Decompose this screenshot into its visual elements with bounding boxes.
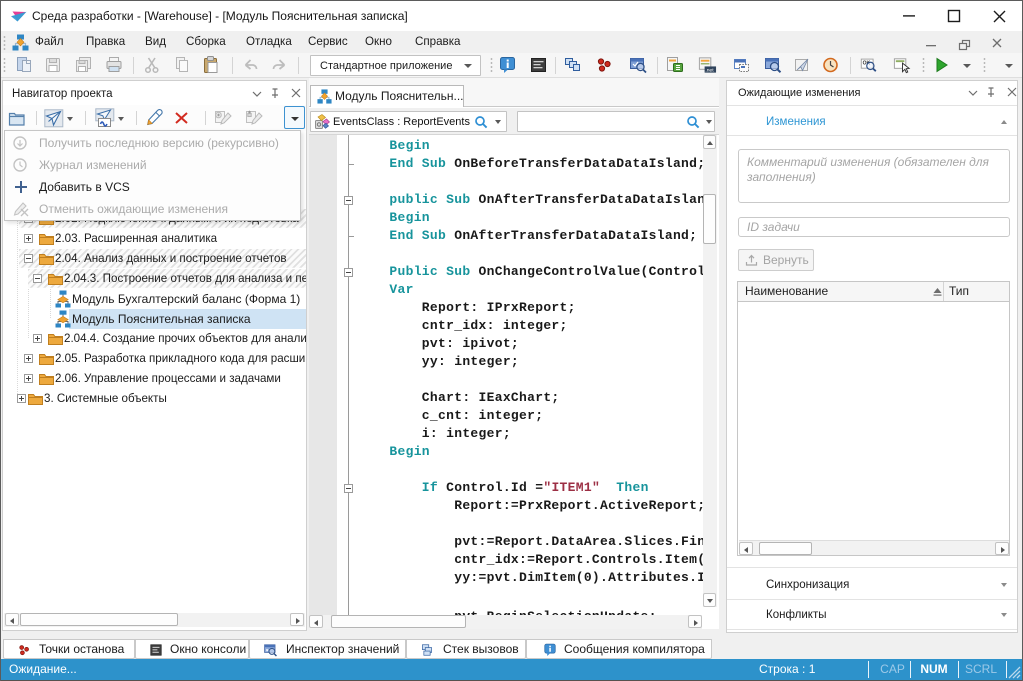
svg-text:.net: .net: [705, 67, 714, 73]
